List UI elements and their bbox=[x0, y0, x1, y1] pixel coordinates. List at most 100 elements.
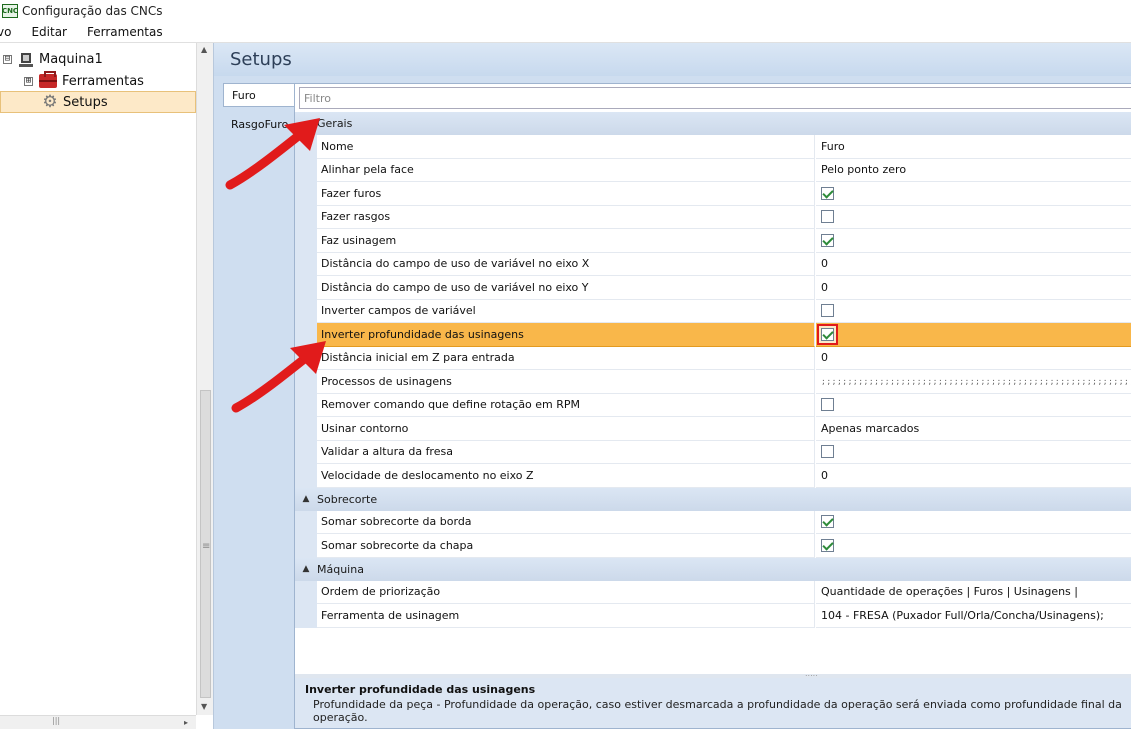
property-name: Ferramenta de usinagem bbox=[317, 604, 815, 628]
description-pane: Inverter profundidade das usinagens Prof… bbox=[295, 678, 1131, 728]
property-name: Validar a altura da fresa bbox=[317, 440, 815, 464]
gear-icon: ⚙ bbox=[42, 92, 58, 112]
scrollbar-grip-icon: ||| bbox=[52, 716, 61, 725]
scroll-up-icon[interactable]: ▲ bbox=[201, 45, 207, 54]
property-value[interactable]: Pelo ponto zero bbox=[816, 159, 1131, 182]
property-name: Usinar contorno bbox=[317, 417, 815, 441]
checkbox-sobrecorte-borda[interactable] bbox=[821, 515, 834, 529]
app-icon: CNC bbox=[2, 4, 18, 18]
property-name: Velocidade de deslocamento no eixo Z bbox=[317, 464, 815, 488]
property-row-ferramenta-usinagem[interactable]: Ferramenta de usinagem 104 - FRESA (Puxa… bbox=[295, 604, 1131, 628]
property-name: Distância do campo de uso de variável no… bbox=[317, 252, 815, 276]
property-row-inverter-campos[interactable]: Inverter campos de variável bbox=[295, 299, 1131, 323]
title-bar: CNC Configuração das CNCs bbox=[0, 0, 1131, 22]
menu-item-arquivo[interactable]: vo bbox=[0, 25, 21, 39]
property-value[interactable]: 0 bbox=[816, 253, 1131, 276]
property-name: Faz usinagem bbox=[317, 229, 815, 253]
category-label: Gerais bbox=[317, 117, 353, 130]
checkbox-inverter-profundidade[interactable] bbox=[821, 327, 834, 341]
property-row-distancia-z[interactable]: Distância inicial em Z para entrada 0 bbox=[295, 346, 1131, 370]
property-name: Distância inicial em Z para entrada bbox=[317, 346, 815, 370]
property-name: Inverter campos de variável bbox=[317, 299, 815, 323]
property-name: Distância do campo de uso de variável no… bbox=[317, 276, 815, 300]
property-row-remover-comando[interactable]: Remover comando que define rotação em RP… bbox=[295, 393, 1131, 417]
property-name: Fazer rasgos bbox=[317, 205, 815, 229]
window-title: Configuração das CNCs bbox=[22, 4, 163, 18]
category-sobrecorte[interactable]: ▲ Sobrecorte bbox=[295, 487, 1131, 511]
property-row-fazer-rasgos[interactable]: Fazer rasgos bbox=[295, 205, 1131, 229]
property-value[interactable]: 0 bbox=[816, 276, 1131, 300]
category-label: Sobrecorte bbox=[317, 492, 378, 506]
tree-panel: ⊟ Maquina1 ⊞ Ferramentas ⚙ Setups ▲ ≡ ▼ … bbox=[0, 43, 214, 729]
checkbox-remover-comando[interactable] bbox=[821, 398, 834, 412]
scroll-down-icon[interactable]: ▼ bbox=[201, 702, 207, 711]
property-row-validar-altura[interactable]: Validar a altura da fresa bbox=[295, 440, 1131, 464]
page-title: Setups bbox=[214, 43, 1131, 76]
category-gerais[interactable]: Gerais bbox=[295, 112, 1131, 135]
property-name: Somar sobrecorte da borda bbox=[317, 510, 815, 534]
property-row-faz-usinagem[interactable]: Faz usinagem bbox=[295, 229, 1131, 253]
tree-node-label: Maquina1 bbox=[39, 51, 103, 67]
checkbox-fazer-rasgos[interactable] bbox=[821, 210, 834, 224]
tab-furo[interactable]: Furo bbox=[223, 83, 295, 107]
property-row-usinar-contorno[interactable]: Usinar contorno Apenas marcados bbox=[295, 417, 1131, 441]
checkbox-sobrecorte-chapa[interactable] bbox=[821, 538, 834, 552]
menu-bar: vo Editar Ferramentas bbox=[0, 22, 1131, 43]
property-value[interactable]: 0 bbox=[816, 464, 1131, 488]
property-value[interactable]: Furo bbox=[816, 135, 1131, 159]
property-value[interactable]: Apenas marcados bbox=[816, 417, 1131, 441]
property-name: Somar sobrecorte da chapa bbox=[317, 534, 815, 558]
collapse-icon[interactable]: ⊟ bbox=[3, 54, 12, 64]
tree-node-setups[interactable]: ⚙ Setups bbox=[0, 91, 196, 113]
collapse-chevron-icon[interactable]: ▲ bbox=[295, 564, 317, 574]
property-value[interactable]: 104 - FRESA (Puxador Full/Orla/Concha/Us… bbox=[816, 604, 1131, 628]
property-row-sobrecorte-chapa[interactable]: Somar sobrecorte da chapa bbox=[295, 534, 1131, 558]
category-label: Máquina bbox=[317, 562, 364, 576]
tab-rasgofuro[interactable]: RasgoFuro bbox=[223, 112, 295, 136]
property-name: Remover comando que define rotação em RP… bbox=[317, 393, 815, 417]
menu-item-ferramentas[interactable]: Ferramentas bbox=[77, 25, 173, 39]
main-panel: Setups Furo RasgoFuro Filtro Gerais Nome… bbox=[214, 43, 1131, 729]
property-row-inverter-profundidade[interactable]: Inverter profundidade das usinagens bbox=[295, 323, 1131, 347]
property-row-distancia-x[interactable]: Distância do campo de uso de variável no… bbox=[295, 252, 1131, 276]
tree-node-label: Setups bbox=[63, 94, 108, 110]
scrollbar-thumb[interactable]: ≡ bbox=[200, 390, 211, 698]
filter-input[interactable]: Filtro bbox=[299, 87, 1131, 109]
property-value[interactable]: Quantidade de operações | Furos | Usinag… bbox=[816, 581, 1131, 604]
property-name: Fazer furos bbox=[317, 182, 815, 206]
description-title: Inverter profundidade das usinagens bbox=[305, 683, 536, 696]
toolbox-icon bbox=[39, 71, 57, 88]
tree-node-maquina1[interactable]: ⊟ Maquina1 bbox=[3, 48, 103, 70]
property-row-velocidade-z[interactable]: Velocidade de deslocamento no eixo Z 0 bbox=[295, 464, 1131, 488]
expand-icon[interactable]: ⊞ bbox=[24, 76, 33, 86]
property-name: Ordem de priorização bbox=[317, 580, 815, 604]
property-name: Processos de usinagens bbox=[317, 370, 815, 394]
property-row-fazer-furos[interactable]: Fazer furos bbox=[295, 182, 1131, 206]
property-row-ordem-priorizacao[interactable]: Ordem de priorização Quantidade de opera… bbox=[295, 580, 1131, 604]
property-value[interactable]: ;;;;;;;;;;;;;;;;;;;;;;;;;;;;;;;;;;;;;;;;… bbox=[821, 377, 1131, 386]
menu-item-editar[interactable]: Editar bbox=[21, 25, 77, 39]
property-row-distancia-y[interactable]: Distância do campo de uso de variável no… bbox=[295, 276, 1131, 300]
checkbox-fazer-furos[interactable] bbox=[821, 186, 834, 200]
property-row-sobrecorte-borda[interactable]: Somar sobrecorte da borda bbox=[295, 510, 1131, 534]
property-row-processos[interactable]: Processos de usinagens ;;;;;;;;;;;;;;;;;… bbox=[295, 370, 1131, 394]
category-maquina[interactable]: ▲ Máquina bbox=[295, 557, 1131, 581]
property-name: Inverter profundidade das usinagens bbox=[317, 323, 815, 347]
tree-node-ferramentas[interactable]: ⊞ Ferramentas bbox=[24, 70, 144, 92]
tree-horizontal-scrollbar[interactable]: ||| ▸ bbox=[0, 715, 196, 729]
property-value[interactable]: 0 bbox=[816, 347, 1131, 370]
tree-node-label: Ferramentas bbox=[62, 73, 144, 89]
description-text: Profundidade da peça - Profundidade da o… bbox=[313, 698, 1122, 724]
checkbox-inverter-campos[interactable] bbox=[821, 304, 834, 318]
property-row-alinhar-pela-face[interactable]: Alinhar pela face Pelo ponto zero bbox=[295, 158, 1131, 182]
property-name: Alinhar pela face bbox=[317, 158, 815, 182]
machine-icon bbox=[18, 52, 34, 67]
annotation-highlight-box bbox=[817, 323, 838, 345]
collapse-chevron-icon[interactable]: ▲ bbox=[295, 494, 317, 504]
checkbox-validar-altura[interactable] bbox=[821, 445, 834, 459]
tree-vertical-scrollbar[interactable]: ▲ ≡ ▼ bbox=[196, 43, 213, 715]
scroll-right-icon[interactable]: ▸ bbox=[184, 718, 188, 727]
checkbox-faz-usinagem[interactable] bbox=[821, 233, 834, 247]
property-row-nome[interactable]: Nome Furo bbox=[295, 135, 1131, 159]
property-name: Nome bbox=[317, 135, 815, 159]
